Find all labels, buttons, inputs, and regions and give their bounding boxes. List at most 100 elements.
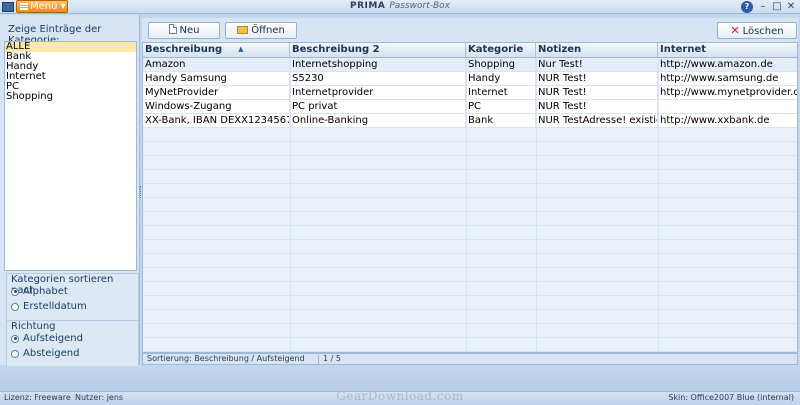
open-label: Öffnen	[251, 25, 285, 36]
open-button[interactable]: Öffnen	[225, 22, 297, 39]
cell-beschreibung-2: PC privat	[290, 100, 466, 114]
empty-row	[143, 184, 797, 198]
new-button[interactable]: Neu	[148, 22, 220, 39]
entries-table[interactable]: Beschreibung ▲ Beschreibung 2 Kategorie N…	[142, 42, 798, 353]
direction-asc-radio[interactable]: Aufsteigend	[11, 333, 83, 344]
empty-row	[143, 128, 797, 142]
sort-info: Sortierung: Beschreibung / Aufsteigend	[147, 354, 305, 363]
direction-group-title: Richtung	[11, 321, 56, 332]
new-document-icon	[168, 24, 177, 34]
empty-row	[143, 296, 797, 310]
cell-notizen: NUR TestAdresse! existiert...	[538, 114, 658, 128]
empty-row	[143, 282, 797, 296]
status-divider	[318, 355, 319, 364]
app-name: PRIMA	[350, 1, 386, 11]
table-row[interactable]: Windows-Zugang PC privat PC NUR Test!	[143, 100, 797, 114]
cell-beschreibung-2: Internetprovider	[290, 86, 466, 100]
column-divider	[466, 58, 467, 352]
window-title: PRIMA Passwort-Box	[0, 1, 800, 11]
column-divider	[536, 58, 537, 352]
cell-beschreibung: MyNetProvider	[143, 86, 290, 100]
cell-notizen: Nur Test!	[536, 58, 658, 72]
cell-internet: http://www.mynetprovider.de	[660, 87, 798, 98]
column-header-label: Beschreibung	[145, 44, 223, 55]
toolbar: Neu Öffnen ✕ Löschen	[142, 18, 798, 42]
column-header-kategorie[interactable]: Kategorie	[466, 43, 536, 58]
category-panel: Zeige Einträge der Kategorie: ALLE Bank …	[0, 15, 140, 376]
cell-kategorie: Handy	[466, 72, 536, 86]
cell-beschreibung: XX-Bank, IBAN DEXX123456700...	[143, 114, 290, 128]
sort-group: Kategorien sortieren nach Alphabet Erste…	[6, 273, 139, 323]
cell-kategorie: PC	[466, 100, 536, 114]
empty-row	[143, 212, 797, 226]
cell-beschreibung: Handy Samsung	[143, 72, 290, 86]
cell-kategorie: Bank	[466, 114, 536, 128]
cell-internet: http://www.samsung.de	[660, 73, 779, 84]
cell-internet: http://www.xxbank.de	[660, 115, 770, 126]
sort-date-radio[interactable]: Erstelldatum	[11, 301, 87, 312]
empty-row	[143, 324, 797, 338]
cell-beschreibung-2: Online-Banking	[290, 114, 466, 128]
radio-selected-icon	[11, 287, 19, 296]
direction-desc-label: Absteigend	[23, 348, 80, 359]
sort-ascending-icon: ▲	[238, 45, 244, 53]
empty-row	[143, 142, 797, 156]
maximize-button[interactable]: □	[771, 1, 783, 13]
cell-kategorie: Internet	[466, 86, 536, 100]
cell-internet: http://www.amazon.de	[660, 59, 773, 70]
cell-beschreibung: Amazon	[143, 58, 290, 72]
empty-row	[143, 170, 797, 184]
license-info: Lizenz: Freeware	[4, 393, 71, 402]
skin-info: Skin: Office2007 Blue (internal)	[668, 393, 794, 402]
app-subtitle: Passwort-Box	[389, 1, 450, 11]
column-header-notizen[interactable]: Notizen	[536, 43, 658, 58]
radio-icon	[11, 349, 19, 358]
cell-notizen: NUR Test!	[536, 100, 658, 114]
radio-icon	[11, 302, 19, 311]
table-row[interactable]: XX-Bank, IBAN DEXX123456700... Online-Ba…	[143, 114, 797, 128]
column-divider	[290, 58, 291, 352]
direction-desc-radio[interactable]: Absteigend	[11, 348, 79, 359]
column-divider	[658, 58, 659, 352]
status-bar: Lizenz: Freeware Nutzer: jens Skin: Offi…	[0, 391, 800, 405]
minimize-button[interactable]: –	[757, 1, 769, 13]
table-header: Beschreibung ▲ Beschreibung 2 Kategorie N…	[143, 43, 797, 58]
category-item-internet[interactable]: Internet	[5, 72, 136, 82]
column-header-beschreibung[interactable]: Beschreibung ▲	[143, 43, 290, 58]
cell-kategorie: Shopping	[466, 58, 536, 72]
help-icon[interactable]: ?	[741, 1, 753, 13]
table-row[interactable]: Handy Samsung S5230 Handy NUR Test! http…	[143, 72, 797, 86]
empty-row	[143, 338, 797, 352]
title-bar: Menü ▾ PRIMA Passwort-Box ? – □ ✕	[0, 0, 800, 14]
cell-beschreibung: Windows-Zugang	[143, 100, 290, 114]
radio-selected-icon	[11, 334, 19, 343]
empty-row	[143, 226, 797, 240]
delete-button[interactable]: ✕ Löschen	[717, 22, 797, 39]
category-list[interactable]: ALLE Bank Handy Internet PC Shopping	[4, 41, 137, 271]
cell-notizen: NUR Test!	[536, 86, 658, 100]
new-label: Neu	[179, 25, 200, 36]
close-button[interactable]: ✕	[785, 1, 797, 13]
column-header-internet[interactable]: Internet	[658, 43, 797, 58]
empty-row	[143, 156, 797, 170]
table-row[interactable]: Amazon Internetshopping Shopping Nur Tes…	[143, 58, 797, 72]
sort-alphabet-radio[interactable]: Alphabet	[11, 286, 68, 297]
empty-row	[143, 198, 797, 212]
grid-status-bar: Sortierung: Beschreibung / Aufsteigend 1…	[142, 353, 798, 365]
cell-beschreibung-2: S5230	[290, 72, 466, 86]
delete-label: Löschen	[742, 26, 784, 37]
folder-icon	[237, 26, 249, 34]
empty-row	[143, 254, 797, 268]
table-row[interactable]: MyNetProvider Internetprovider Internet …	[143, 86, 798, 100]
cell-beschreibung-2: Internetshopping	[290, 58, 466, 72]
empty-row	[143, 268, 797, 282]
direction-asc-label: Aufsteigend	[23, 333, 83, 344]
empty-row	[143, 310, 797, 324]
cell-internet	[658, 100, 797, 114]
column-header-beschreibung-2[interactable]: Beschreibung 2	[290, 43, 466, 58]
cell-notizen: NUR Test!	[536, 72, 658, 86]
empty-row	[143, 240, 797, 254]
user-info: Nutzer: jens	[75, 393, 124, 402]
footer-band	[0, 366, 800, 391]
category-item-shopping[interactable]: Shopping	[5, 92, 136, 102]
